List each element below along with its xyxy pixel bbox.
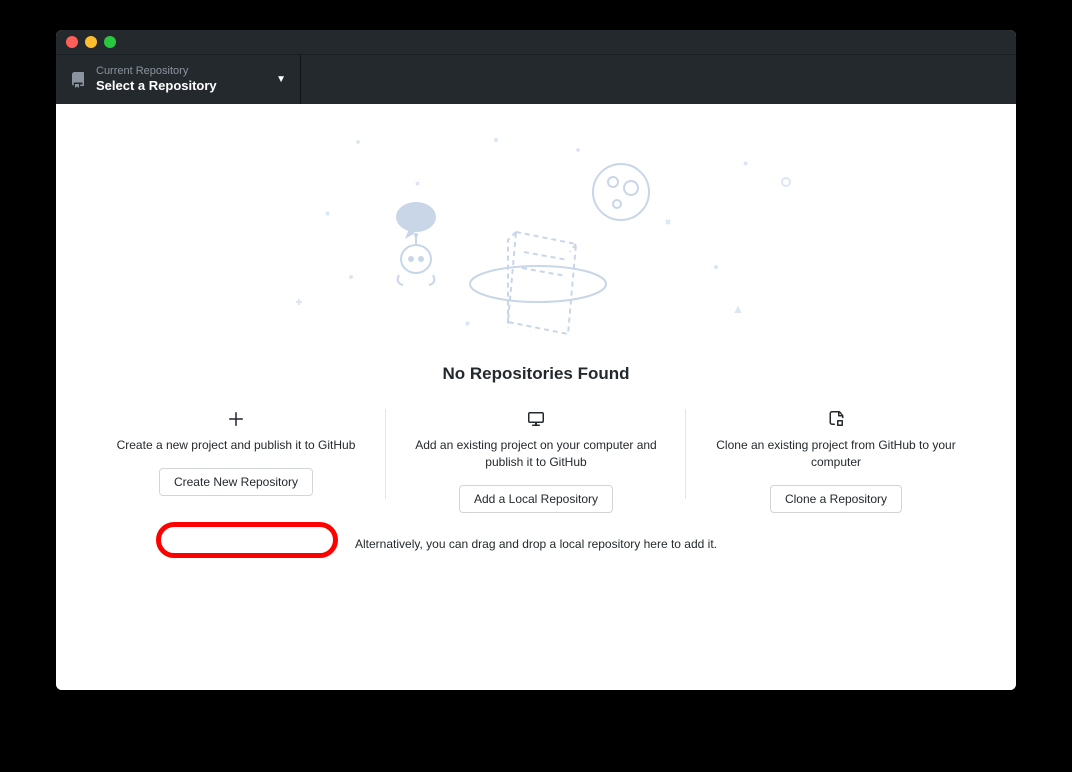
option-clone: Clone an existing project from GitHub to…	[686, 409, 986, 513]
toolbar: Current Repository Select a Repository ▼	[56, 54, 1016, 104]
svg-text:?: ?	[411, 210, 421, 227]
chevron-down-icon: ▼	[276, 74, 286, 85]
option-create-description: Create a new project and publish it to G…	[106, 437, 366, 454]
option-add-local: Add an existing project on your computer…	[386, 409, 686, 513]
blankslate-title: No Repositories Found	[56, 364, 1016, 384]
add-local-repository-button[interactable]: Add a Local Repository	[459, 485, 613, 513]
clone-repository-button[interactable]: Clone a Repository	[770, 485, 902, 513]
repo-selector-name: Select a Repository	[96, 78, 276, 94]
window-minimize-button[interactable]	[85, 36, 97, 48]
app-window: Current Repository Select a Repository ▼	[56, 30, 1016, 690]
repository-selector[interactable]: Current Repository Select a Repository ▼	[56, 55, 301, 104]
blankslate-illustration: ?	[56, 104, 1016, 359]
repo-selector-label: Current Repository	[96, 65, 276, 78]
option-create-new: Create a new project and publish it to G…	[86, 409, 386, 513]
create-new-repository-button[interactable]: Create New Repository	[159, 468, 313, 496]
repo-icon	[70, 72, 86, 88]
repo-selector-text: Current Repository Select a Repository	[96, 65, 276, 94]
titlebar	[56, 30, 1016, 54]
option-clone-description: Clone an existing project from GitHub to…	[706, 437, 966, 471]
alternative-text: Alternatively, you can drag and drop a l…	[56, 537, 1016, 551]
content-area: ?	[56, 104, 1016, 690]
option-add-description: Add an existing project on your computer…	[406, 437, 666, 471]
plus-icon	[106, 409, 366, 429]
window-close-button[interactable]	[66, 36, 78, 48]
window-maximize-button[interactable]	[104, 36, 116, 48]
desktop-icon	[406, 409, 666, 429]
options-row: Create a new project and publish it to G…	[56, 409, 1016, 513]
repo-clone-icon	[706, 409, 966, 429]
